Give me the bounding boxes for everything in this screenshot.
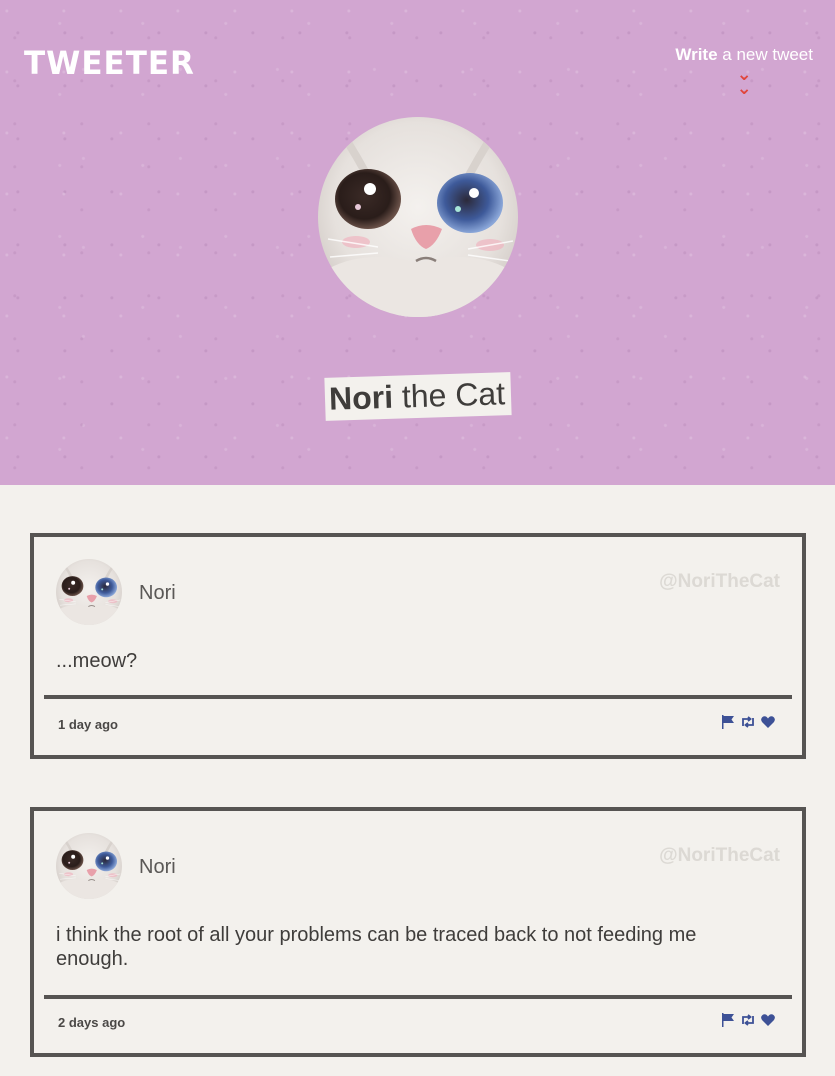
heart-icon[interactable] [760, 1012, 776, 1028]
flag-icon[interactable] [720, 1012, 736, 1028]
profile-avatar [318, 117, 518, 317]
flag-icon[interactable] [720, 714, 736, 730]
tweet-actions [720, 714, 776, 730]
tweet-card: Nori @NoriTheCat ...meow? 1 day ago [30, 533, 806, 759]
app-logo[interactable]: TWEETER [24, 46, 195, 83]
tweet-timestamp: 2 days ago [58, 1015, 126, 1030]
tweet-divider [44, 995, 792, 999]
tweet-text: i think the root of all your problems ca… [56, 924, 697, 970]
profile-name: Nori the Cat [324, 372, 512, 421]
heart-icon[interactable] [760, 714, 776, 730]
double-chevron-down-icon: ⌄ ⌄ [736, 64, 752, 98]
profile-name-first: Nori [328, 378, 394, 417]
tweet-divider [44, 695, 792, 699]
avatar [56, 559, 122, 625]
retweet-icon[interactable] [740, 714, 756, 730]
profile-name-rest: the Cat [392, 375, 506, 415]
avatar [56, 833, 122, 899]
tweet-author-name: Nori [139, 856, 176, 878]
tweet-text: ...meow? [56, 650, 138, 672]
tweet-timestamp: 1 day ago [58, 717, 118, 732]
compose-label-rest: a new tweet [717, 45, 813, 64]
tweet-actions [720, 1012, 776, 1028]
tweet-card: Nori @NoriTheCat i think the root of all… [30, 807, 806, 1057]
profile-header: TWEETER Write a new tweet ⌄ ⌄ Nori the Ca… [0, 0, 835, 485]
tweet-author-handle: @NoriTheCat [659, 571, 780, 592]
retweet-icon[interactable] [740, 1012, 756, 1028]
compose-label-bold: Write [675, 45, 718, 64]
tweet-author-name: Nori [139, 582, 176, 604]
write-tweet-button[interactable]: Write a new tweet ⌄ ⌄ [675, 45, 813, 98]
tweet-author-handle: @NoriTheCat [659, 845, 780, 866]
